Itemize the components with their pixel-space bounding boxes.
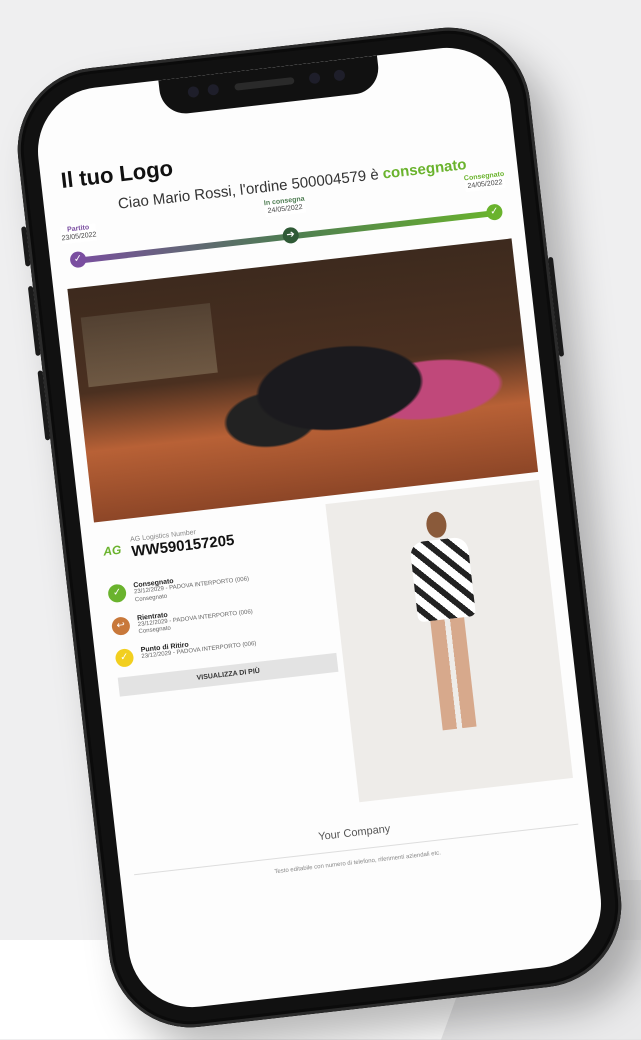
model-legs [430,617,477,731]
product-model-figure [405,508,489,731]
check-icon: ✓ [489,205,500,218]
shipment-details: AG AG Logistics Number WW590157205 ✓ Con… [95,479,573,829]
camera-icon [332,69,346,82]
speaker [233,77,295,91]
step-label: In consegna 24/05/2022 [263,195,307,217]
tracking-text: AG Logistics Number WW590157205 [130,525,235,560]
step-marker-start: ✓ [69,250,87,269]
volume-down-button [37,370,51,441]
arrow-icon: ➔ [285,228,296,241]
email-content: Il tuo Logo Ciao Mario Rossi, l'ordine 5… [50,88,581,905]
pickup-icon: ✓ [114,648,135,669]
volume-up-button [27,285,41,357]
return-icon: ↩ [110,615,131,636]
step-marker-transit: ➔ [281,226,300,245]
sensor-icon [308,72,321,85]
step-label: Partito 23/05/2022 [60,223,98,245]
event-text: Rientrato 23/12/2029 - PADOVA INTERPORTO… [137,602,254,638]
check-icon: ✓ [107,583,128,604]
hero-image [67,238,539,523]
model-jacket [409,536,476,623]
mute-switch [21,226,31,267]
phone-mockup: Il tuo Logo Ciao Mario Rossi, l'ordine 5… [9,18,630,1037]
sensor-icon [206,83,219,96]
sensor-icon [186,85,199,99]
carrier-logo: AG [102,542,123,559]
model-head [424,510,448,539]
phone-screen: Il tuo Logo Ciao Mario Rossi, l'ordine 5… [31,41,608,1014]
step-marker-delivered: ✓ [485,203,504,222]
check-icon: ✓ [73,253,83,266]
power-button [547,256,565,357]
tracking-info: AG AG Logistics Number WW590157205 [102,515,324,564]
event-text: Consegnato 23/12/2029 - PADOVA INTERPORT… [133,569,250,605]
step-label: Consegnato 24/05/2022 [463,170,506,193]
hero-mirror-decor [80,302,218,388]
event-text: Punto di Ritiro 23/12/2029 - PADOVA INTE… [140,634,257,662]
tracking-panel: AG AG Logistics Number WW590157205 ✓ Con… [95,504,360,828]
product-image [325,479,573,803]
